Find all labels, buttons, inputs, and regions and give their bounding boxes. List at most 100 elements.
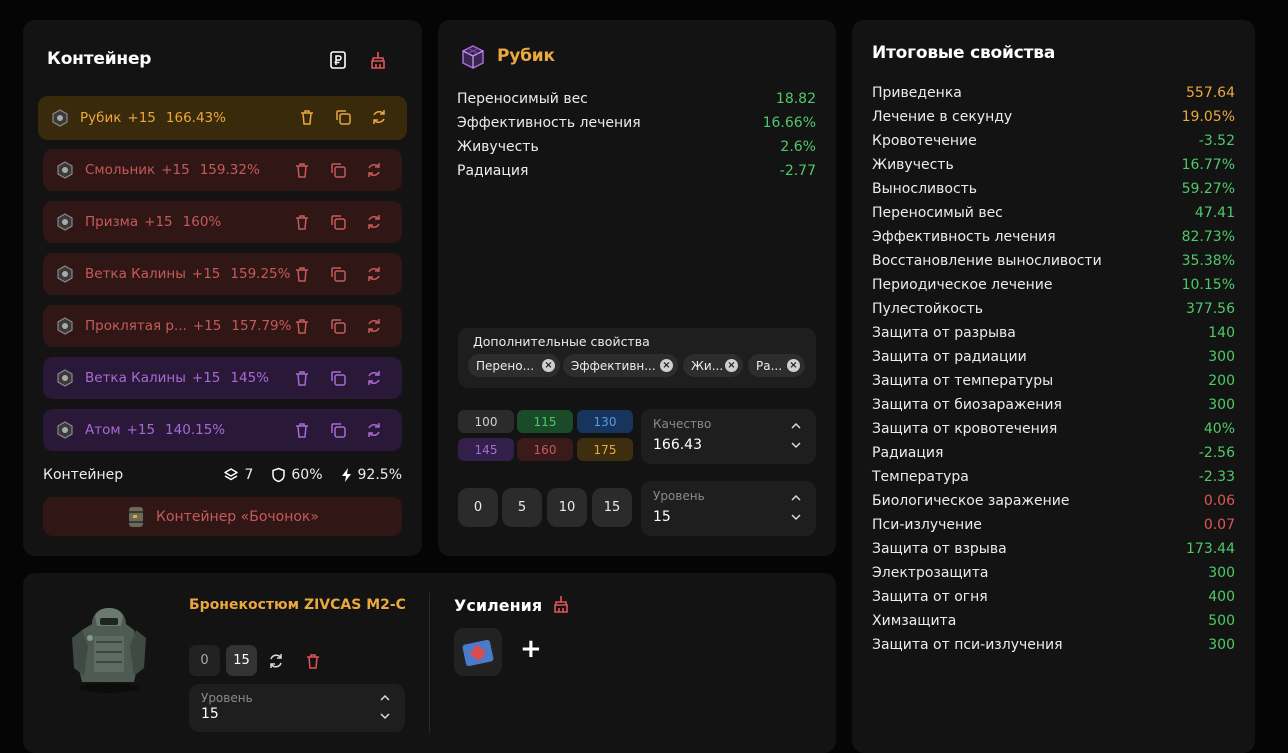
- level-preset-button[interactable]: 15: [592, 488, 632, 527]
- artifact-icon: [54, 367, 76, 389]
- quality-stepper[interactable]: Качество 166.43: [641, 409, 816, 464]
- summary-row: Защита от огня 400: [872, 589, 1235, 605]
- summary-label: Защита от огня: [872, 589, 988, 605]
- chevron-up-icon[interactable]: [790, 493, 802, 503]
- container-item[interactable]: Смольник +15 159.32%: [43, 149, 402, 191]
- trash-icon[interactable]: [304, 652, 322, 670]
- summary-row: Защита от кровотечения 40%: [872, 421, 1235, 437]
- summary-label: Защита от взрыва: [872, 541, 1007, 557]
- chevron-down-icon[interactable]: [379, 711, 391, 721]
- stat-label: Живучесть: [457, 139, 539, 155]
- close-icon[interactable]: ×: [787, 359, 800, 372]
- extra-chip[interactable]: Ра... ×: [748, 354, 805, 377]
- summary-row: Температура -2.33: [872, 469, 1235, 485]
- chevron-down-icon[interactable]: [790, 512, 802, 522]
- summary-label: Радиация: [872, 445, 944, 461]
- close-icon[interactable]: ×: [725, 359, 738, 372]
- trash-icon[interactable]: [297, 107, 317, 127]
- chevron-up-icon[interactable]: [790, 421, 802, 431]
- extra-chip[interactable]: Эффективн... ×: [563, 354, 678, 377]
- summary-value: 40%: [1203, 421, 1235, 437]
- item-name: Смольник: [85, 162, 156, 178]
- shield-icon: [272, 467, 286, 483]
- container-item[interactable]: Ветка Калины +15 159.25%: [43, 253, 402, 295]
- armor-level-preset-button[interactable]: 0: [189, 645, 220, 676]
- refresh-icon[interactable]: [267, 652, 285, 670]
- close-icon[interactable]: ×: [660, 359, 673, 372]
- copy-icon[interactable]: [333, 107, 353, 127]
- container-item[interactable]: Призма +15 160%: [43, 201, 402, 243]
- lightning-icon: [341, 468, 351, 482]
- add-boost-button[interactable]: +: [520, 636, 542, 662]
- trash-icon[interactable]: [292, 212, 312, 232]
- trash-icon[interactable]: [292, 420, 312, 440]
- item-level: +15: [161, 162, 190, 178]
- summary-label: Периодическое лечение: [872, 277, 1053, 293]
- armor-level-preset-button[interactable]: 15: [226, 645, 257, 676]
- container-item[interactable]: Атом +15 140.15%: [43, 409, 402, 451]
- trash-icon[interactable]: [292, 264, 312, 284]
- quality-preset-button[interactable]: 100: [458, 410, 514, 433]
- armor-panel: Бронекостюм ZIVCAS M2-C 0 15 Уровень 15 …: [23, 573, 836, 753]
- refresh-icon[interactable]: [369, 107, 389, 127]
- refresh-icon[interactable]: [364, 316, 384, 336]
- quality-preset-button[interactable]: 130: [577, 410, 633, 433]
- chevron-up-icon[interactable]: [379, 693, 391, 703]
- trash-icon[interactable]: [292, 368, 312, 388]
- container-select-button[interactable]: Контейнер «Бочонок»: [43, 497, 402, 536]
- copy-icon[interactable]: [328, 264, 348, 284]
- refresh-icon[interactable]: [364, 212, 384, 232]
- trash-icon[interactable]: [292, 160, 312, 180]
- copy-icon[interactable]: [328, 212, 348, 232]
- document-icon[interactable]: [328, 50, 348, 70]
- layers-icon: [224, 468, 239, 481]
- copy-icon[interactable]: [328, 420, 348, 440]
- summary-row: Биологическое заражение 0.06: [872, 493, 1235, 509]
- container-footer-label: Контейнер: [43, 467, 124, 483]
- summary-value: -2.33: [1198, 469, 1235, 485]
- summary-row: Кровотечение -3.52: [872, 133, 1235, 149]
- refresh-icon[interactable]: [364, 368, 384, 388]
- refresh-icon[interactable]: [364, 160, 384, 180]
- efficiency-stat: 92.5%: [341, 467, 402, 483]
- boosts-title: Усиления: [454, 596, 543, 615]
- chevron-down-icon[interactable]: [790, 440, 802, 450]
- broom-icon[interactable]: [368, 50, 388, 70]
- summary-row: Радиация -2.56: [872, 445, 1235, 461]
- item-name: Рубик: [80, 110, 122, 126]
- summary-row: Защита от биозаражения 300: [872, 397, 1235, 413]
- armor-level-stepper[interactable]: Уровень 15: [189, 684, 405, 732]
- item-name: Проклятая р...: [85, 318, 187, 334]
- boost-slot[interactable]: [454, 628, 502, 676]
- extra-chip[interactable]: Жи... ×: [683, 354, 743, 377]
- level-stepper[interactable]: Уровень 15: [641, 481, 816, 536]
- quality-preset-button[interactable]: 115: [517, 410, 573, 433]
- quality-preset-button[interactable]: 175: [577, 438, 633, 461]
- level-preset-button[interactable]: 5: [502, 488, 542, 527]
- copy-icon[interactable]: [328, 368, 348, 388]
- copy-icon[interactable]: [328, 160, 348, 180]
- refresh-icon[interactable]: [364, 420, 384, 440]
- copy-icon[interactable]: [328, 316, 348, 336]
- container-item[interactable]: Проклятая р... +15 157.79%: [43, 305, 402, 347]
- summary-row: Пси-излучение 0.07: [872, 517, 1235, 533]
- armor-level-value[interactable]: 15: [201, 706, 219, 722]
- summary-value: 47.41: [1194, 205, 1235, 221]
- broom-icon[interactable]: [551, 594, 571, 614]
- quality-value[interactable]: 166.43: [653, 437, 702, 453]
- container-item[interactable]: Рубик +15 166.43%: [38, 96, 407, 140]
- quality-preset-button[interactable]: 145: [458, 438, 514, 461]
- level-value[interactable]: 15: [653, 509, 671, 525]
- refresh-icon[interactable]: [364, 264, 384, 284]
- extra-chip[interactable]: Перено... ×: [468, 354, 560, 377]
- quality-preset-button[interactable]: 160: [517, 438, 573, 461]
- stat-value: 18.82: [775, 91, 816, 107]
- level-preset-button[interactable]: 0: [458, 488, 498, 527]
- container-item[interactable]: Ветка Калины +15 145%: [43, 357, 402, 399]
- summary-row: Защита от пси-излучения 300: [872, 637, 1235, 653]
- trash-icon[interactable]: [292, 316, 312, 336]
- close-icon[interactable]: ×: [542, 359, 555, 372]
- stat-label: Переносимый вес: [457, 91, 588, 107]
- level-preset-button[interactable]: 10: [547, 488, 587, 527]
- summary-label: Переносимый вес: [872, 205, 1003, 221]
